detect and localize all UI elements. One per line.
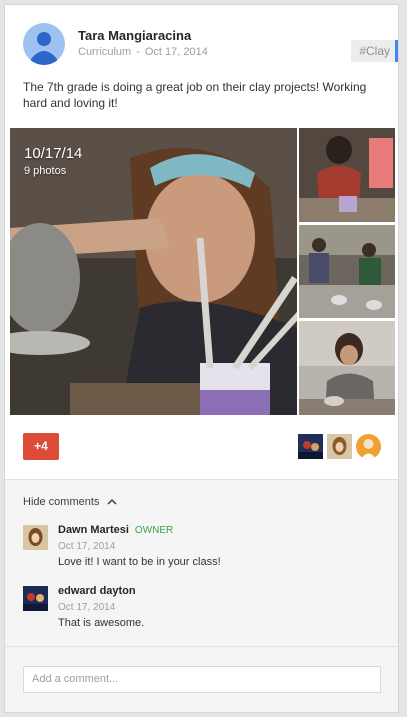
chevron-up-icon — [107, 496, 117, 508]
avatar-photo — [298, 434, 323, 459]
photo-album[interactable]: 10/17/14 9 photos — [10, 128, 395, 415]
plus-one-button[interactable]: +4 — [23, 433, 59, 460]
plusoners-avatars — [298, 434, 382, 459]
comment-author[interactable]: Dawn Martesi OWNER — [58, 524, 173, 536]
post-meta: Curriculum - Oct 17, 2014 — [78, 46, 208, 58]
owner-badge: OWNER — [134, 525, 174, 536]
comment-text: That is awesome. — [58, 617, 145, 629]
hashtag-accent — [395, 40, 398, 62]
album-photo-count: 9 photos — [24, 165, 67, 177]
plusoner-avatar[interactable] — [327, 434, 352, 459]
author-avatar[interactable] — [23, 23, 65, 65]
comment-author[interactable]: edward dayton — [58, 585, 136, 597]
album-thumbnail[interactable] — [299, 128, 395, 222]
comments-section: Hide comments Dawn Martesi OWNER Oct 17, … — [5, 479, 398, 712]
avatar-photo — [356, 434, 381, 459]
post-category[interactable]: Curriculum — [78, 46, 131, 58]
comments-divider — [5, 646, 398, 647]
comment-text: Love it! I want to be in your class! — [58, 556, 221, 568]
avatar-photo — [23, 525, 48, 550]
commenter-avatar[interactable] — [23, 586, 48, 611]
post-card: Tara Mangiaracina Curriculum - Oct 17, 201… — [4, 4, 399, 713]
plusoner-avatar[interactable] — [298, 434, 323, 459]
plusoner-avatar[interactable] — [356, 434, 381, 459]
album-main-photo[interactable]: 10/17/14 9 photos — [10, 128, 297, 415]
comment-date[interactable]: Oct 17, 2014 — [58, 602, 115, 613]
album-thumbnail[interactable] — [299, 225, 395, 318]
add-comment-input[interactable]: Add a comment... — [23, 666, 381, 693]
comment-date[interactable]: Oct 17, 2014 — [58, 541, 115, 552]
thumbnail-photo — [299, 225, 395, 318]
hashtag-chip[interactable]: #Clay — [351, 40, 398, 62]
commenter-avatar[interactable] — [23, 525, 48, 550]
hide-comments-label: Hide comments — [23, 496, 100, 508]
album-date: 10/17/14 — [24, 145, 83, 162]
avatar-photo — [327, 434, 352, 459]
album-thumbnail[interactable] — [299, 321, 395, 415]
hide-comments-toggle[interactable]: Hide comments — [23, 496, 117, 508]
post-text: The 7th grade is doing a great job on th… — [23, 80, 367, 110]
author-name[interactable]: Tara Mangiaracina — [78, 28, 191, 43]
avatar-photo — [23, 586, 48, 611]
thumbnail-photo — [299, 321, 395, 415]
thumbnail-photo — [299, 128, 395, 222]
comment-author-name: Dawn Martesi — [58, 524, 129, 536]
meta-separator: - — [136, 46, 140, 58]
person-icon — [31, 32, 57, 65]
post-date[interactable]: Oct 17, 2014 — [145, 46, 208, 58]
